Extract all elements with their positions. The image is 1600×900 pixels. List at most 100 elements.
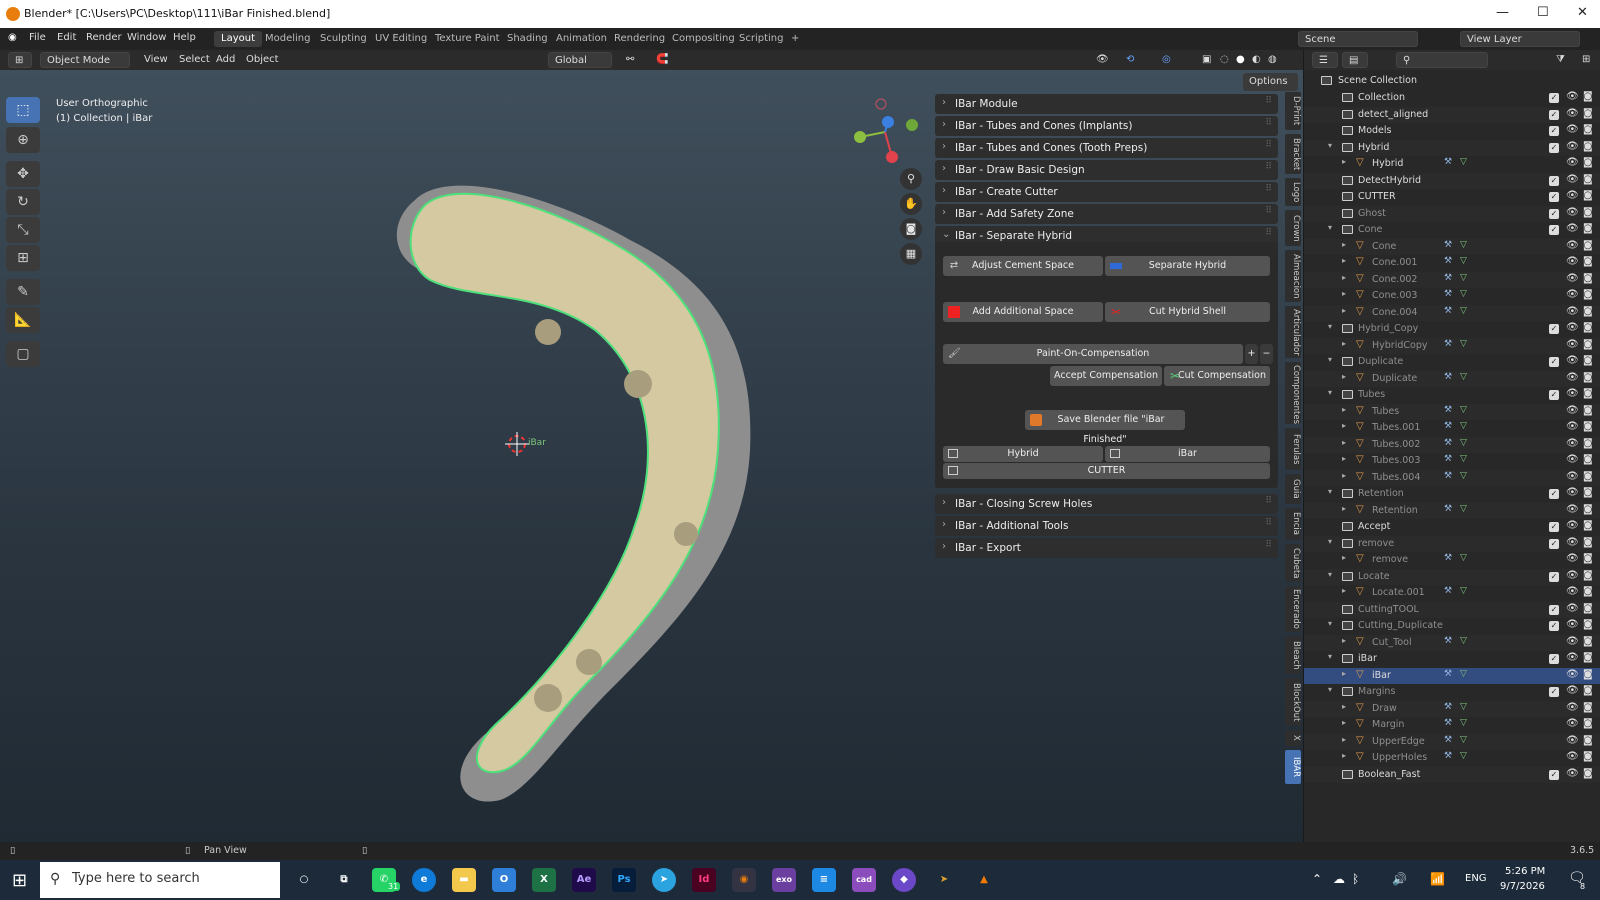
- exclude-checkbox[interactable]: ✓: [1549, 109, 1559, 120]
- outliner-row[interactable]: ▸ ▽ HybridCopy ⚒ ▽ 👁 ◙: [1304, 337, 1600, 354]
- expand-right-icon[interactable]: ▸: [1342, 553, 1346, 562]
- visibility-eye-icon[interactable]: 👁: [1566, 504, 1579, 515]
- visibility-eye-icon[interactable]: 👁: [1566, 207, 1579, 218]
- render-camera-icon[interactable]: ◙: [1583, 537, 1593, 548]
- tab-scripting[interactable]: Scripting: [732, 31, 790, 47]
- options-dropdown[interactable]: Options: [1243, 73, 1298, 91]
- exclude-checkbox[interactable]: ✓: [1549, 571, 1559, 582]
- expand-down-icon[interactable]: ▾: [1328, 388, 1332, 397]
- menu-add[interactable]: Add: [210, 52, 241, 68]
- transform-tool-icon[interactable]: ⊞: [6, 245, 40, 271]
- adjust-cement-space-button[interactable]: ⇄ Adjust Cement Space: [943, 256, 1103, 276]
- visibility-eye-icon[interactable]: 👁: [1566, 108, 1579, 119]
- outliner-row[interactable]: ▸ ▽ Retention ⚒ ▽ 👁 ◙: [1304, 502, 1600, 519]
- outlook-icon[interactable]: O: [492, 868, 516, 892]
- render-camera-icon[interactable]: ◙: [1583, 306, 1593, 317]
- exocad-icon[interactable]: exo: [772, 868, 796, 892]
- add-workspace-icon[interactable]: +: [784, 31, 806, 47]
- visibility-eye-icon[interactable]: 👁: [1566, 652, 1579, 663]
- outliner-row[interactable]: ▸ ▽ Cone ⚒ ▽ 👁 ◙: [1304, 238, 1600, 255]
- expand-right-icon[interactable]: ▸: [1342, 421, 1346, 430]
- display-mode-icon[interactable]: ▤: [1342, 52, 1368, 68]
- tray-chevron-icon[interactable]: ⌃: [1312, 872, 1322, 886]
- expand-right-icon[interactable]: ▸: [1342, 372, 1346, 381]
- snap-icon[interactable]: 🧲: [650, 52, 674, 68]
- sidebar-tab-crown[interactable]: Crown: [1285, 210, 1301, 246]
- exclude-checkbox[interactable]: ✓: [1549, 604, 1559, 615]
- expand-right-icon[interactable]: ▸: [1342, 636, 1346, 645]
- visibility-icon[interactable]: 👁: [1090, 52, 1115, 68]
- outliner-row[interactable]: ▾ Cutting_Duplicate ✓ 👁 ◙: [1304, 618, 1600, 634]
- outliner-row[interactable]: ▸ ▽ Duplicate ⚒ ▽ 👁 ◙: [1304, 370, 1600, 387]
- outliner-row[interactable]: ▾ Cone ✓ 👁 ◙: [1304, 222, 1600, 238]
- expand-right-icon[interactable]: ▸: [1342, 405, 1346, 414]
- photoshop-icon[interactable]: Ps: [612, 868, 636, 892]
- menu-file[interactable]: File: [29, 32, 46, 43]
- bluetooth-icon[interactable]: ᛒ: [1352, 872, 1359, 886]
- clock-time[interactable]: 5:26 PM: [1505, 866, 1545, 877]
- expand-down-icon[interactable]: ▾: [1328, 570, 1332, 579]
- expand-down-icon[interactable]: ▾: [1328, 652, 1332, 661]
- outliner-row[interactable]: ▾ Retention ✓ 👁 ◙: [1304, 486, 1600, 502]
- expand-right-icon[interactable]: ▸: [1342, 504, 1346, 513]
- menu-help[interactable]: Help: [173, 32, 196, 43]
- render-camera-icon[interactable]: ◙: [1583, 652, 1593, 663]
- visibility-eye-icon[interactable]: 👁: [1566, 421, 1579, 432]
- scale-tool-icon[interactable]: ⤡: [6, 217, 40, 243]
- pivot-icon[interactable]: ⚯: [620, 52, 640, 68]
- after-effects-icon[interactable]: Ae: [572, 868, 596, 892]
- view-layer-selector[interactable]: View Layer: [1460, 31, 1580, 47]
- move-tool-icon[interactable]: ✥: [6, 161, 40, 187]
- hybrid-toggle-button[interactable]: Hybrid: [943, 446, 1103, 462]
- overlay-icon[interactable]: ◎: [1156, 52, 1177, 68]
- close-icon[interactable]: ✕: [1577, 5, 1588, 20]
- sidebar-tab-blockout[interactable]: BlockOut: [1285, 678, 1301, 726]
- drag-grip-icon[interactable]: ⠿: [1265, 140, 1272, 150]
- telegram-icon[interactable]: ➤: [652, 868, 676, 892]
- outliner-row[interactable]: ▾ Margins ✓ 👁 ◙: [1304, 684, 1600, 700]
- rendered-shading-icon[interactable]: ◍: [1262, 52, 1283, 68]
- render-camera-icon[interactable]: ◙: [1583, 207, 1593, 218]
- outliner-row[interactable]: ▾ Tubes ✓ 👁 ◙: [1304, 387, 1600, 403]
- sidebar-tab-cubeta[interactable]: Cubeta: [1285, 544, 1301, 582]
- tab-rendering[interactable]: Rendering: [607, 31, 672, 47]
- render-camera-icon[interactable]: ◙: [1583, 454, 1593, 465]
- clock-date[interactable]: 9/7/2026: [1500, 881, 1545, 892]
- render-camera-icon[interactable]: ◙: [1583, 570, 1593, 581]
- visibility-eye-icon[interactable]: 👁: [1566, 405, 1579, 416]
- expand-down-icon[interactable]: ▾: [1328, 537, 1332, 546]
- visibility-eye-icon[interactable]: 👁: [1566, 91, 1579, 102]
- select-box-icon[interactable]: ⬚: [6, 97, 40, 123]
- render-camera-icon[interactable]: ◙: [1583, 405, 1593, 416]
- rotate-tool-icon[interactable]: ↻: [6, 189, 40, 215]
- new-collection-icon[interactable]: ⊞: [1576, 52, 1596, 68]
- minimize-icon[interactable]: —: [1496, 5, 1509, 20]
- render-camera-icon[interactable]: ◙: [1583, 685, 1593, 696]
- visibility-eye-icon[interactable]: 👁: [1566, 619, 1579, 630]
- outliner-row[interactable]: ▸ ▽ Cone.001 ⚒ ▽ 👁 ◙: [1304, 255, 1600, 271]
- minus-icon[interactable]: −: [1260, 344, 1273, 364]
- mode-selector[interactable]: Object Mode: [40, 52, 130, 68]
- gizmo-icon[interactable]: ⟲: [1120, 52, 1140, 68]
- sidebar-tab-encerado[interactable]: Encerado: [1285, 586, 1301, 632]
- exclude-checkbox[interactable]: ✓: [1549, 621, 1559, 631]
- add-additional-space-button[interactable]: Add Additional Space: [943, 302, 1103, 322]
- panel-export[interactable]: › IBar - Export ⠿: [935, 538, 1278, 558]
- scene-selector[interactable]: Scene: [1298, 31, 1418, 47]
- visibility-eye-icon[interactable]: 👁: [1566, 735, 1579, 746]
- cursor-tool-icon[interactable]: ⊕: [6, 127, 40, 153]
- drag-grip-icon[interactable]: ⠿: [1265, 118, 1272, 128]
- render-camera-icon[interactable]: ◙: [1583, 91, 1593, 102]
- panel-additional-tools[interactable]: › IBar - Additional Tools ⠿: [935, 516, 1278, 536]
- transform-orientation[interactable]: Global: [548, 52, 612, 68]
- sidebar-tab-d-print[interactable]: D-Print: [1285, 92, 1301, 130]
- tab-animation[interactable]: Animation: [549, 31, 614, 47]
- sidebar-tab-x[interactable]: X: [1285, 730, 1301, 746]
- render-camera-icon[interactable]: ◙: [1583, 768, 1593, 779]
- render-camera-icon[interactable]: ◙: [1583, 289, 1593, 300]
- visibility-eye-icon[interactable]: 👁: [1566, 141, 1579, 152]
- sidebar-tab-componentes[interactable]: Componentes: [1285, 362, 1301, 424]
- expand-right-icon[interactable]: ▸: [1342, 751, 1346, 760]
- excel-icon[interactable]: X: [532, 868, 556, 892]
- filter-icon[interactable]: ⧩: [1550, 52, 1571, 68]
